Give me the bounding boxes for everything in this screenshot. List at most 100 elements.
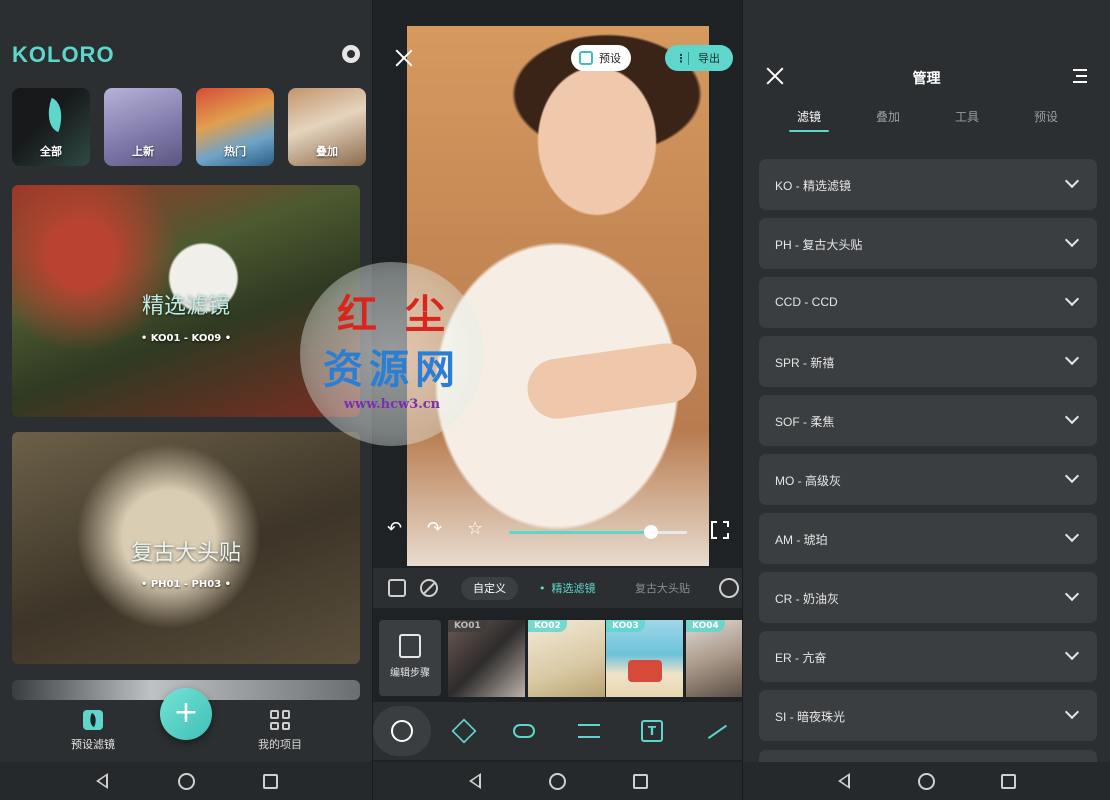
back-icon[interactable]	[465, 771, 485, 791]
preset-button[interactable]: 预设	[571, 45, 631, 71]
compare-icon[interactable]	[711, 521, 729, 539]
filter-thumb[interactable]: KO02	[528, 620, 605, 697]
watermark-line: 红尘	[337, 291, 473, 338]
filter-group-row-partial[interactable]	[759, 750, 1097, 762]
chevron-down-icon	[1064, 468, 1080, 484]
adjust-tool-icon[interactable]	[578, 724, 600, 738]
group-label: CR - 奶油灰	[775, 592, 839, 606]
filter-group-row[interactable]: SPR - 新禧	[759, 336, 1097, 387]
chevron-down-icon	[1064, 291, 1080, 307]
chip-custom[interactable]: 自定义	[461, 577, 518, 600]
group-label: CCD - CCD	[775, 295, 838, 309]
category-label: 上新	[132, 145, 154, 158]
preset-label: 预设	[599, 52, 621, 65]
recents-icon[interactable]	[999, 771, 1019, 791]
star-icon[interactable]: ☆	[467, 519, 483, 539]
filter-group-row[interactable]: KO - 精选滤镜	[759, 159, 1097, 210]
no-filter-icon[interactable]	[420, 579, 438, 597]
chevron-down-icon	[1064, 645, 1080, 661]
chevron-down-icon	[1064, 232, 1080, 248]
filter-thumb[interactable]: KO04	[686, 620, 742, 697]
chevron-down-icon	[1064, 350, 1080, 366]
category-overlay[interactable]: 叠加	[288, 88, 366, 166]
group-label: SOF - 柔焦	[775, 415, 835, 429]
grid-icon	[270, 710, 290, 730]
home-icon[interactable]	[916, 771, 936, 791]
filter-tool-icon[interactable]	[391, 720, 413, 742]
chevron-down-icon	[1064, 586, 1080, 602]
edit-steps-button[interactable]: 编辑步骤	[379, 620, 441, 696]
watermark-url: www.hcw3.cn	[343, 397, 441, 412]
filter-group-row[interactable]: PH - 复古大头贴	[759, 218, 1097, 269]
back-icon[interactable]	[92, 771, 112, 791]
system-nav-bar	[373, 762, 742, 800]
chip-selected[interactable]: 精选滤镜	[535, 577, 608, 600]
export-button[interactable]: ⋮ 导出	[665, 45, 733, 71]
nav-label: 我的项目	[258, 738, 302, 751]
nav-label: 预设滤镜	[71, 738, 115, 751]
cloud-tool-icon[interactable]	[513, 724, 535, 738]
filter-group-row[interactable]: SI - 暗夜珠光	[759, 690, 1097, 741]
close-icon[interactable]	[394, 48, 414, 68]
group-label: SI - 暗夜珠光	[775, 710, 846, 724]
filter-group-row[interactable]: AM - 琥珀	[759, 513, 1097, 564]
category-new[interactable]: 上新	[104, 88, 182, 166]
home-icon[interactable]	[176, 771, 196, 791]
draw-tool-icon[interactable]	[700, 714, 728, 740]
edit-steps-label: 编辑步骤	[390, 668, 430, 679]
system-nav-bar	[0, 762, 372, 800]
filter-thumb[interactable]: KO03	[606, 620, 683, 697]
filter-group-row[interactable]: CCD - CCD	[759, 277, 1097, 328]
layers-tool-icon[interactable]	[451, 718, 477, 744]
text-tool-icon[interactable]: T	[641, 720, 663, 742]
chevron-down-icon	[1064, 173, 1080, 189]
undo-icon[interactable]: ↶	[387, 519, 402, 539]
filter-category-bar: 自定义 精选滤镜 复古大头贴	[373, 568, 742, 608]
intensity-slider[interactable]	[509, 525, 687, 539]
tab-tools[interactable]: 工具	[927, 108, 1007, 125]
category-row: 全部 上新 热门 叠加	[12, 88, 366, 166]
filter-group-row[interactable]: ER - 亢奋	[759, 631, 1097, 682]
export-label: 导出	[698, 52, 720, 65]
redo-icon[interactable]: ↷	[427, 519, 442, 539]
add-filter-icon[interactable]	[719, 578, 739, 598]
tool-bar: T	[373, 702, 742, 760]
chevron-down-icon	[1064, 409, 1080, 425]
add-button[interactable]: +	[160, 688, 212, 740]
manage-screen: 管理 滤镜 叠加 工具 预设 KO - 精选滤镜 PH - 复古大头贴 CCD …	[742, 0, 1110, 800]
menu-icon[interactable]	[1073, 69, 1087, 83]
store-icon[interactable]	[388, 579, 406, 597]
filter-group-row[interactable]: MO - 高级灰	[759, 454, 1097, 505]
filter-group-row[interactable]: SOF - 柔焦	[759, 395, 1097, 446]
category-all[interactable]: 全部	[12, 88, 90, 166]
thumb-label: KO01	[448, 620, 487, 632]
filter-pack-card-ph[interactable]: 复古大头贴 • PH01 - PH03 •	[12, 432, 360, 664]
more-icon[interactable]: ⋮	[665, 51, 689, 65]
save-preset-icon	[579, 51, 593, 65]
group-label: ER - 亢奋	[775, 651, 827, 665]
watermark: 红尘 资源网 www.hcw3.cn	[300, 262, 484, 446]
tab-overlays[interactable]: 叠加	[848, 108, 928, 125]
chevron-down-icon	[1064, 704, 1080, 720]
filter-thumb[interactable]: KO01	[448, 620, 525, 697]
group-label: SPR - 新禧	[775, 356, 835, 370]
group-label: KO - 精选滤镜	[775, 179, 852, 193]
filter-group-row[interactable]: CR - 奶油灰	[759, 572, 1097, 623]
thumb-label: KO02	[528, 620, 567, 632]
chevron-down-icon	[1064, 527, 1080, 543]
filter-thumbnail-strip: 编辑步骤 KO01 KO02 KO03 KO04	[373, 612, 742, 702]
settings-icon[interactable]	[342, 45, 360, 63]
tab-filters[interactable]: 滤镜	[769, 108, 849, 132]
home-icon[interactable]	[548, 771, 568, 791]
nav-preset-filters[interactable]: 预设滤镜	[53, 710, 133, 752]
preset-filter-icon	[83, 710, 103, 730]
thumb-label: KO03	[606, 620, 645, 632]
back-icon[interactable]	[834, 771, 854, 791]
recents-icon[interactable]	[260, 771, 280, 791]
tab-presets[interactable]: 预设	[1006, 108, 1086, 125]
nav-my-projects[interactable]: 我的项目	[240, 710, 320, 752]
recents-icon[interactable]	[631, 771, 651, 791]
watermark-line: 资源网	[323, 346, 461, 393]
chip-next[interactable]: 复古大头贴	[623, 577, 702, 600]
category-hot[interactable]: 热门	[196, 88, 274, 166]
